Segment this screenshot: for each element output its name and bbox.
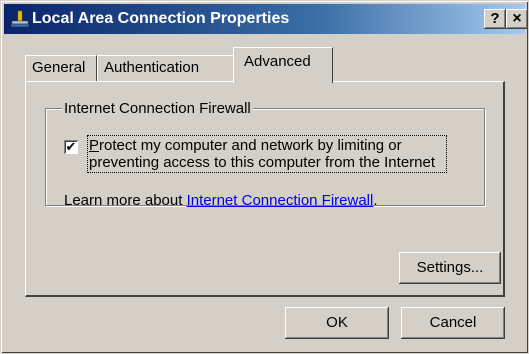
close-button[interactable]: × <box>506 9 528 29</box>
firewall-checkbox-label[interactable]: Protect my computer and network by limit… <box>87 135 447 173</box>
firewall-help-link[interactable]: Internet Connection Firewall <box>187 192 374 209</box>
accelerator-letter: P <box>89 137 100 154</box>
title-bar[interactable]: Local Area Connection Properties ? × <box>4 4 528 34</box>
help-button[interactable]: ? <box>484 9 506 29</box>
checkbox-label-text: rotect my computer and network by limiti… <box>89 137 436 171</box>
tab-advanced[interactable]: Advanced <box>233 47 333 83</box>
firewall-group-title: Internet Connection Firewall <box>62 100 253 118</box>
properties-dialog: Local Area Connection Properties ? × Gen… <box>0 0 529 354</box>
firewall-checkbox[interactable]: ✔ <box>64 140 78 154</box>
network-connection-icon <box>10 10 30 28</box>
cancel-button[interactable]: Cancel <box>401 307 505 339</box>
window-title: Local Area Connection Properties <box>32 10 290 27</box>
learn-more-prefix: Learn more about <box>64 192 187 209</box>
advanced-tab-panel: Internet Connection Firewall ✔ Protect m… <box>25 81 505 297</box>
ok-button[interactable]: OK <box>285 307 389 339</box>
tab-authentication[interactable]: Authentication <box>97 55 235 81</box>
learn-more-text: Learn more about Internet Connection Fir… <box>64 192 378 210</box>
tab-general[interactable]: General <box>25 55 97 81</box>
settings-button[interactable]: Settings... <box>399 252 501 284</box>
learn-more-suffix: . <box>373 192 378 209</box>
